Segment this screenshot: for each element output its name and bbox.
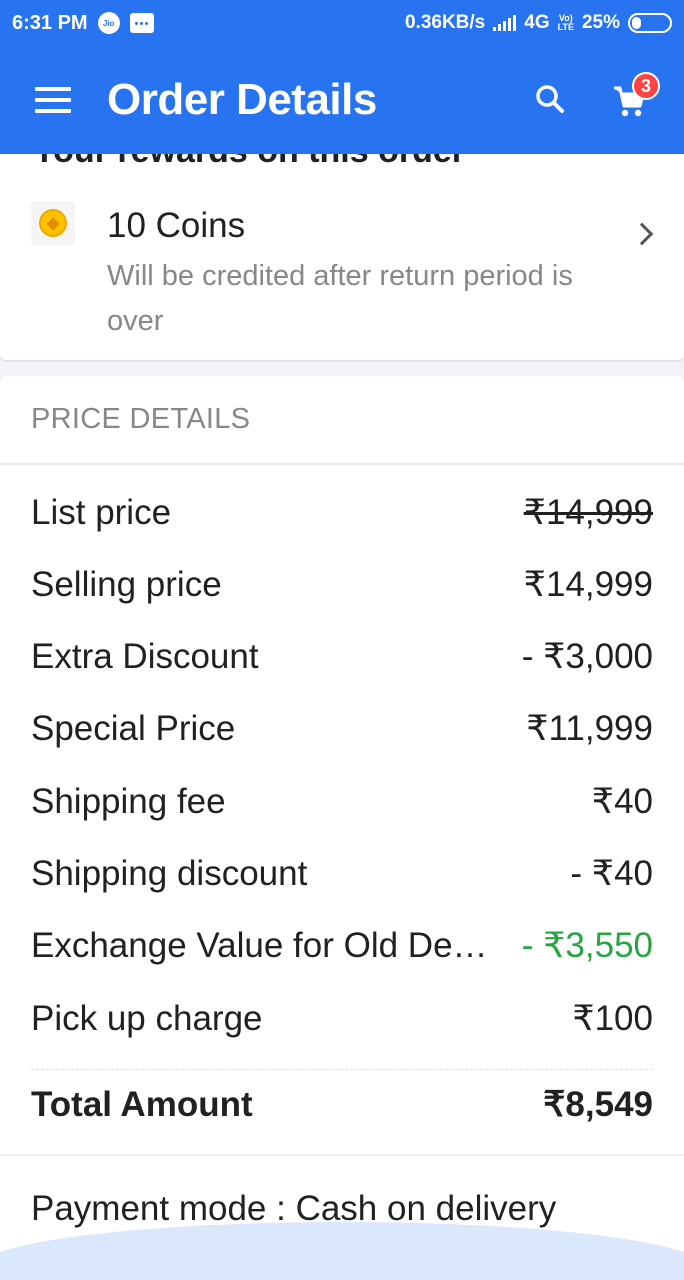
price-label: Shipping discount — [31, 854, 308, 893]
coin-icon: ◆ — [39, 209, 67, 237]
coins-title: 10 Coins — [107, 206, 246, 245]
price-value: - ₹3,000 — [521, 637, 653, 676]
search-icon[interactable] — [535, 84, 565, 114]
price-row-shipping-discount: Shipping discount - ₹40 — [31, 854, 653, 894]
price-value: - ₹3,550 — [521, 926, 653, 965]
price-value: ₹40 — [591, 782, 653, 821]
price-row-list-price: List price ₹14,999 — [31, 493, 653, 533]
price-row-shipping-fee: Shipping fee ₹40 — [31, 782, 653, 822]
price-label: Extra Discount — [31, 637, 259, 676]
battery-percent: 25% — [581, 12, 620, 33]
cart-button[interactable]: 3 — [612, 72, 660, 118]
status-time: 6:31 PM — [12, 11, 88, 34]
coin-icon-box: ◆ — [31, 201, 75, 245]
jio-icon: Jio — [97, 12, 120, 34]
price-row-pickup-charge: Pick up charge ₹100 — [31, 999, 653, 1039]
price-value: ₹100 — [572, 999, 653, 1038]
price-row-exchange-value: Exchange Value for Old Device - ₹3,550 — [31, 926, 653, 966]
divider — [0, 1154, 684, 1156]
network-speed: 0.36KB/s — [404, 12, 486, 33]
price-label: Exchange Value for Old Device — [31, 926, 501, 965]
price-value: - ₹40 — [570, 854, 653, 893]
volte-icon: Vo) LTE — [557, 13, 574, 32]
price-label: List price — [31, 493, 172, 532]
rewards-card: Your rewards on this order ◆ 10 Coins Wi… — [0, 154, 684, 360]
page-title: Order Details — [107, 75, 377, 124]
price-value: ₹14,999 — [523, 493, 653, 532]
cart-count-badge: 3 — [632, 72, 660, 100]
battery-icon — [628, 13, 672, 33]
price-details-card: PRICE DETAILS List price ₹14,999 Selling… — [0, 376, 684, 1266]
price-label: Pick up charge — [31, 999, 263, 1038]
price-label: Shipping fee — [31, 782, 226, 821]
price-label: Selling price — [31, 565, 222, 604]
total-amount-row: Total Amount ₹8,549 — [31, 1085, 653, 1125]
app-bar: Order Details 3 — [0, 46, 684, 154]
message-icon — [129, 13, 154, 33]
price-row-extra-discount: Extra Discount - ₹3,000 — [31, 637, 653, 677]
rewards-heading: Your rewards on this order — [33, 154, 465, 171]
chevron-right-icon[interactable] — [630, 222, 654, 246]
price-value: ₹14,999 — [523, 565, 653, 604]
price-label: Special Price — [31, 709, 236, 748]
network-type: 4G — [524, 12, 550, 33]
price-value: ₹11,999 — [526, 709, 653, 748]
price-row-selling-price: Selling price ₹14,999 — [31, 565, 653, 605]
total-value: ₹8,549 — [543, 1085, 653, 1124]
price-details-header: PRICE DETAILS — [0, 376, 684, 465]
menu-icon[interactable] — [35, 87, 71, 113]
status-bar: 6:31 PM Jio 0.36KB/s 4G Vo) LTE 25% — [0, 0, 684, 46]
total-label: Total Amount — [31, 1085, 253, 1124]
price-row-special-price: Special Price ₹11,999 — [31, 709, 653, 749]
signal-icon — [493, 15, 517, 31]
divider — [31, 1069, 653, 1070]
coins-subtitle: Will be credited after return period is … — [107, 260, 573, 337]
